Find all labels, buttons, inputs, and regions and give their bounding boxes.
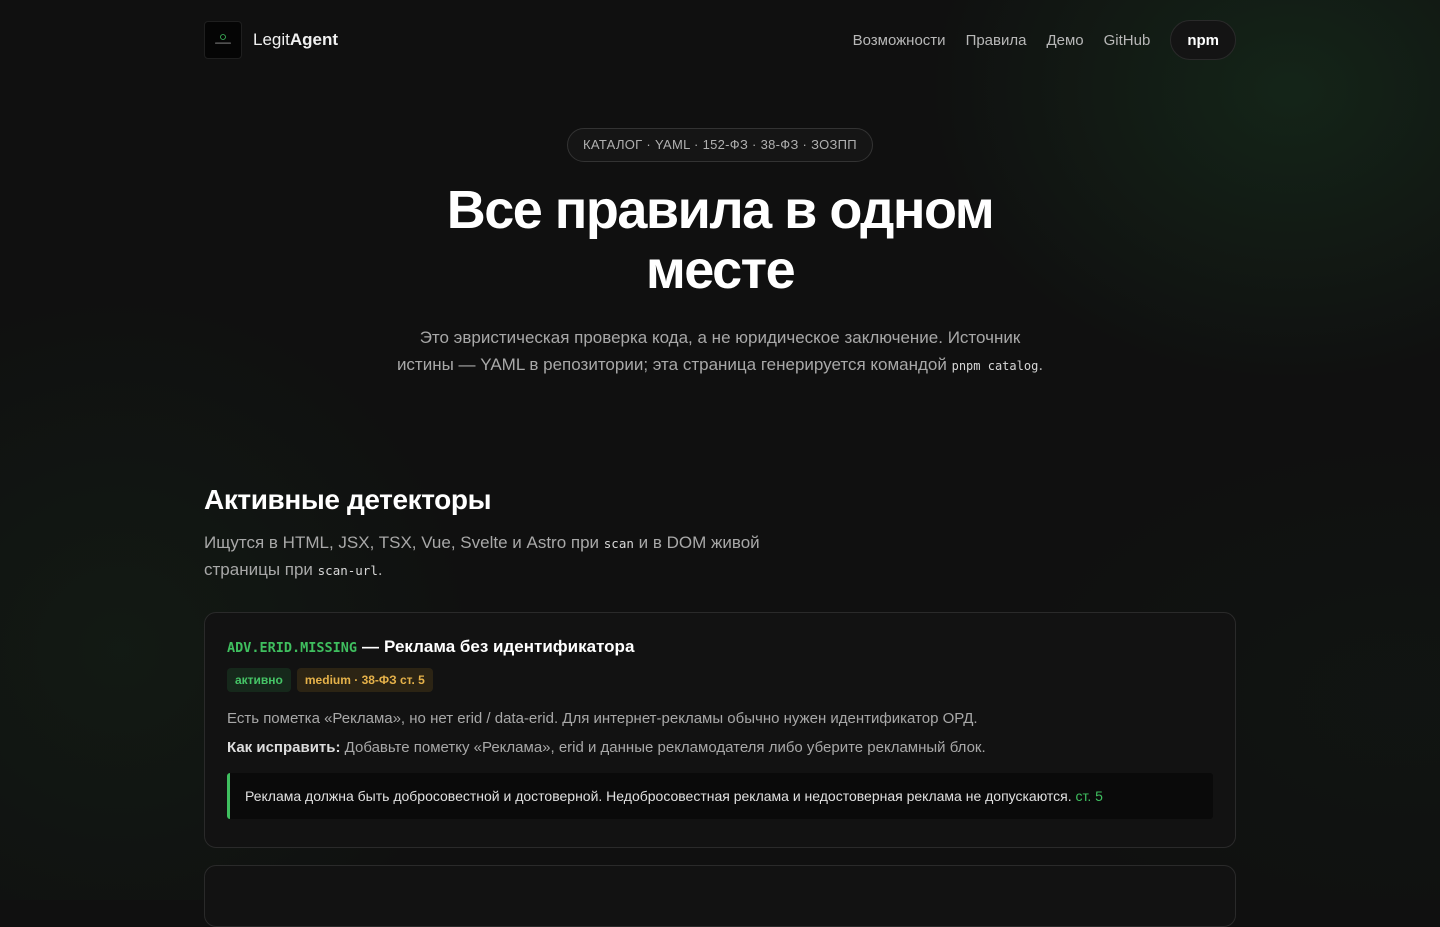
- rule-badges: активно medium · 38-ФЗ ст. 5: [227, 668, 1213, 692]
- section-desc-part1: Ищутся в HTML, JSX, TSX, Vue, Svelte и A…: [204, 533, 600, 552]
- status-badge: активно: [227, 668, 291, 692]
- section-title: Активные детекторы: [204, 484, 492, 515]
- rule-fix-text: Добавьте пометку «Реклама», erid и данны…: [344, 739, 986, 756]
- law-quote: Реклама должна быть добросовестной и дос…: [227, 773, 1213, 819]
- brand-link[interactable]: LegitAgent: [204, 21, 338, 59]
- rule-fix: Как исправить: Добавьте пометку «Реклама…: [227, 737, 1213, 758]
- section-desc-end: .: [377, 560, 383, 579]
- rule-id: ADV.ERID.MISSING: [227, 640, 358, 656]
- section-description: Ищутся в HTML, JSX, TSX, Vue, Svelte и A…: [204, 530, 774, 584]
- brand-name: LegitAgent: [253, 30, 338, 50]
- page-title: Все правила в одном месте: [446, 180, 995, 300]
- section-desc-code2: scan-url: [317, 563, 378, 578]
- section-desc-code1: scan: [603, 536, 634, 551]
- npm-button[interactable]: npm: [1170, 20, 1236, 60]
- nav-demo[interactable]: Демо: [1046, 32, 1083, 49]
- rule-card-header: ADV.ERID.MISSING — Реклама без идентифик…: [227, 637, 1213, 657]
- rule-title: Реклама без идентификатора: [384, 637, 635, 656]
- brand-suffix: Agent: [289, 30, 339, 49]
- severity-badge: medium · 38-ФЗ ст. 5: [296, 668, 433, 692]
- hero-subtitle-end: .: [1038, 355, 1044, 374]
- catalog-pill: КАТАЛОГ · YAML · 152-ФЗ · 38-ФЗ · ЗОЗПП: [567, 128, 873, 162]
- nav-features[interactable]: Возможности: [853, 32, 946, 49]
- law-quote-text: Реклама должна быть добросовестной и дос…: [245, 788, 1072, 804]
- logo-icon: [204, 21, 242, 59]
- nav-rules[interactable]: Правила: [966, 32, 1027, 49]
- main-nav: Возможности Правила Демо GitHub npm: [833, 20, 1236, 60]
- rule-description: Есть пометка «Реклама», но нет erid / da…: [227, 710, 978, 727]
- next-rule-card: [204, 865, 1236, 927]
- site-header: LegitAgent Возможности Правила Демо GitH…: [204, 0, 1236, 80]
- hero-subtitle-code: pnpm catalog: [951, 359, 1039, 373]
- brand-prefix: Legit: [253, 30, 290, 49]
- hero: КАТАЛОГ · YAML · 152-ФЗ · 38-ФЗ · ЗОЗПП …: [204, 80, 1236, 380]
- nav-github[interactable]: GitHub: [1104, 32, 1151, 49]
- page: LegitAgent Возможности Правила Демо GitH…: [204, 0, 1236, 927]
- law-quote-link[interactable]: ст. 5: [1076, 788, 1103, 804]
- active-detectors-section: Активные детекторы Ищутся в HTML, JSX, T…: [204, 482, 1236, 927]
- rule-card: ADV.ERID.MISSING — Реклама без идентифик…: [204, 612, 1236, 848]
- hero-subtitle: Это эвристическая проверка кода, а не юр…: [390, 324, 1050, 380]
- rule-fix-label: Как исправить:: [227, 739, 341, 756]
- rule-separator: —: [362, 637, 380, 656]
- hero-subtitle-text: Это эвристическая проверка кода, а не юр…: [396, 328, 1021, 374]
